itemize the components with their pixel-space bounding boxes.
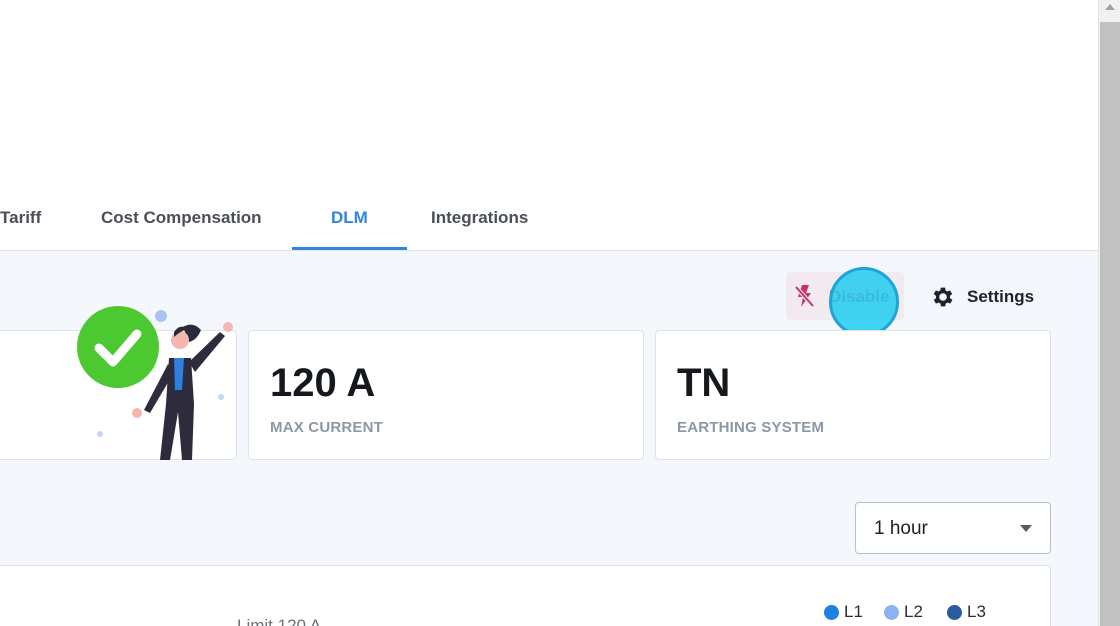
earthing-system-caption: EARTHING SYSTEM — [677, 419, 825, 436]
success-illustration — [77, 306, 233, 460]
earthing-system-value: TN — [677, 361, 731, 405]
time-range-value: 1 hour — [874, 518, 928, 539]
max-current-card: 120 A MAX CURRENT — [248, 330, 644, 460]
scrollbar-thumb[interactable] — [1100, 22, 1120, 626]
tab-cost-compensation[interactable]: Cost Compensation — [101, 208, 262, 250]
legend-dot-icon — [824, 605, 839, 620]
settings-button[interactable]: Settings — [930, 280, 1048, 314]
settings-button-label: Settings — [967, 287, 1035, 306]
tab-integrations[interactable]: Integrations — [431, 208, 528, 250]
max-current-value: 120 A — [270, 361, 376, 405]
flash-off-icon — [794, 285, 815, 308]
dlm-page: Tariff Cost Compensation DLM Integration… — [0, 0, 1120, 626]
current-chart-card: Limit 120 A L1 L2 L3 — [0, 565, 1051, 626]
max-current-caption: MAX CURRENT — [270, 419, 384, 436]
tab-tariff[interactable]: Tariff — [0, 208, 41, 250]
time-range-select[interactable]: 1 hour — [855, 502, 1051, 554]
gear-icon — [933, 287, 953, 307]
tab-dlm[interactable]: DLM — [292, 208, 407, 250]
earthing-system-card: TN EARTHING SYSTEM — [655, 330, 1051, 460]
legend-dot-icon — [884, 605, 899, 620]
limit-label: Limit 120 A — [237, 616, 322, 626]
chevron-down-icon — [1020, 525, 1032, 532]
tab-bar: Tariff Cost Compensation DLM Integration… — [0, 0, 1098, 251]
disable-button-label: Disable — [829, 287, 890, 306]
scroll-up-icon[interactable] — [1105, 4, 1115, 10]
disable-button[interactable]: Disable — [786, 272, 904, 320]
legend-dot-icon — [947, 605, 962, 620]
vertical-scrollbar[interactable] — [1098, 0, 1120, 626]
